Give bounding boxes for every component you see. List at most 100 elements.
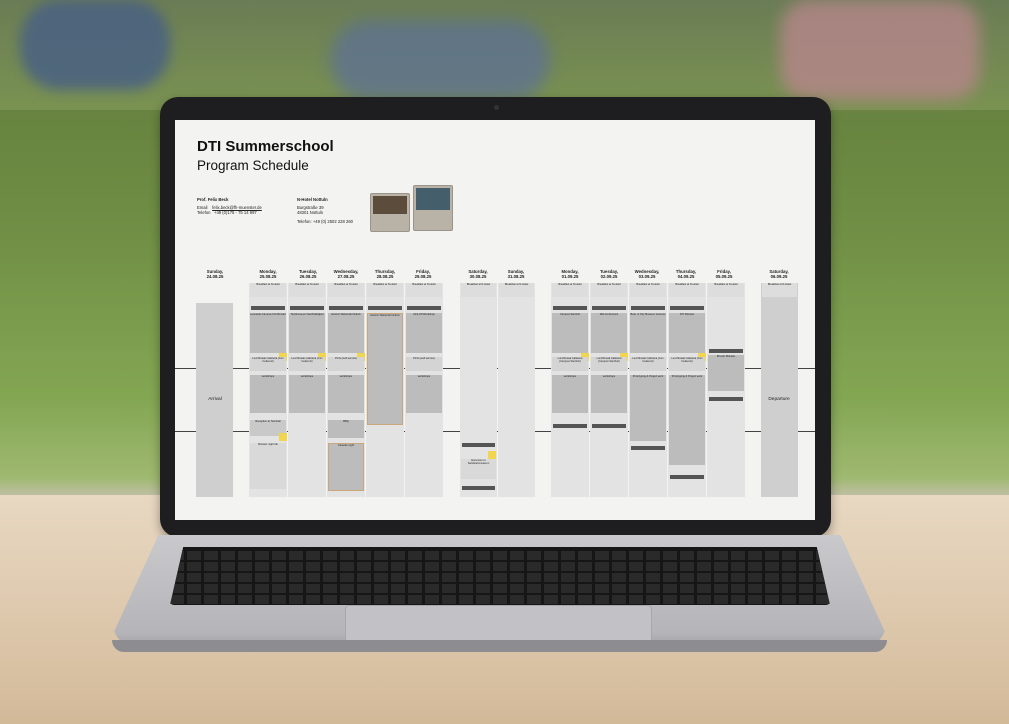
- lunch-block[interactable]: Lunchbreak Cafeteria (zum Cedercul): [630, 357, 666, 371]
- event-block[interactable]: Kick-Off Workshop: [406, 313, 442, 353]
- day-column: Breakfast at N-Hotel: [761, 283, 798, 497]
- phone-label: Telefon: [197, 210, 211, 215]
- breakfast-block[interactable]: Breakfast at N-Hotel: [406, 283, 442, 297]
- lunch-block[interactable]: Lunchbreak Cafeteria (Campus Steinfurt): [552, 357, 588, 371]
- event-block[interactable]: Prototyping & Project work: [669, 375, 705, 465]
- blurred-person: [780, 0, 980, 100]
- time-bar: [631, 306, 665, 310]
- day-column: Breakfast at N-Hotel DTI Münster Lunchbr…: [668, 283, 706, 497]
- event-block[interactable]: Campus Steinfurt: [552, 313, 588, 353]
- event-block[interactable]: workshops: [552, 375, 588, 413]
- event-block[interactable]: workshops: [328, 375, 364, 413]
- event-block[interactable]: workshops: [406, 375, 442, 413]
- breakfast-block[interactable]: Breakfast at N-Hotel: [367, 283, 403, 297]
- webcam: [494, 105, 499, 110]
- day-column: Breakfast at N-Hotel Excursion to Sandst…: [460, 283, 497, 497]
- event-block[interactable]: Prototyping & Project work: [630, 375, 666, 441]
- breakfast-block[interactable]: Breakfast at N-Hotel: [708, 283, 744, 297]
- event-block[interactable]: BBQ: [328, 420, 364, 438]
- time-bar: [290, 306, 324, 310]
- hotel-name: N-Hotel Nottuln: [297, 197, 328, 202]
- hotel-city: 48301 Nottuln: [297, 210, 324, 215]
- time-bar: [553, 424, 587, 428]
- day-header: Wednesday, 27.08.25: [333, 269, 359, 279]
- day-column: Breakfast at N-Hotel Kick-Off Workshop P…: [405, 283, 443, 497]
- lunch-block[interactable]: Lunchbreak Cafeteria (Campus Steinfurt): [591, 357, 627, 371]
- event-block[interactable]: Karaoke night: [328, 443, 364, 491]
- event-block[interactable]: Münster night life: [250, 443, 286, 489]
- event-block[interactable]: Mid-Conference: [591, 313, 627, 353]
- day-column: Breakfast at N-Hotel Mid-Conference Lunc…: [590, 283, 628, 497]
- time-bar: [553, 306, 587, 310]
- day-column: Breakfast at N-Hotel: [498, 283, 535, 497]
- day-column: Breakfast at N-Hotel Leonardo-Campus FH …: [249, 283, 287, 497]
- time-bar: [329, 306, 363, 310]
- event-block[interactable]: Pizza (self service): [406, 357, 442, 371]
- time-bar: [709, 397, 743, 401]
- hotel-photo-card[interactable]: [370, 193, 410, 232]
- day-column: Breakfast at N-Hotel Historic Weberrati …: [327, 283, 365, 497]
- time-bar: [709, 349, 743, 353]
- day-header: Saturday, 06.09.25: [769, 269, 789, 279]
- day-column: Breakfast at N-Hotel Boat- & City Museum…: [629, 283, 667, 497]
- event-block[interactable]: workshops: [250, 375, 286, 413]
- day-column: Breakfast at N-Hotel Textilmuseum Nachha…: [288, 283, 326, 497]
- time-bar: [251, 306, 285, 310]
- day-header: Tuesday, 26.08.25: [299, 269, 317, 279]
- page-subtitle: Program Schedule: [197, 158, 309, 173]
- event-block[interactable]: Leonardo-Campus FH Münster: [250, 313, 286, 353]
- day-column: Breakfast at N-Hotel Campus Steinfurt Lu…: [551, 283, 589, 497]
- lunch-block[interactable]: Lunchbreak Cafeteria (zum Cedercul): [289, 357, 325, 371]
- breakfast-block[interactable]: Breakfast at N-Hotel: [669, 283, 705, 297]
- time-bar: [670, 306, 704, 310]
- event-block[interactable]: workshops: [289, 375, 325, 413]
- breakfast-block[interactable]: Breakfast at N-Hotel: [328, 283, 364, 297]
- lunch-block[interactable]: Lunchbreak Cafeteria (zum Cedercul): [250, 357, 286, 371]
- day-header: Thursday, 04.09.25: [675, 269, 697, 279]
- time-bar: [407, 306, 441, 310]
- email-value[interactable]: felix.beck@fh-muenster.de: [212, 205, 262, 210]
- breakfast-block[interactable]: Breakfast at N-Hotel: [552, 283, 588, 297]
- breakfast-block[interactable]: Breakfast at N-Hotel: [461, 283, 496, 297]
- keyboard: [170, 547, 830, 605]
- event-block[interactable]: workshops: [591, 375, 627, 413]
- day-header: Monday, 01.09.25: [561, 269, 579, 279]
- day-header: Sunday, 31.08.25: [507, 269, 525, 279]
- breakfast-block[interactable]: Breakfast at N-Hotel: [250, 283, 286, 297]
- day-column: Breakfast at N-Hotel Brunch Münster: [707, 283, 745, 497]
- event-block[interactable]: Boat- & City Museum Grevens: [630, 313, 666, 353]
- map-photo-card[interactable]: [413, 185, 453, 231]
- email-label: Email: [197, 204, 208, 210]
- breakfast-block[interactable]: Breakfast at N-Hotel: [591, 283, 627, 297]
- day-header: Saturday, 30.08.25: [468, 269, 488, 279]
- day-header: Sunday, 24.08.25: [206, 269, 224, 279]
- laptop-screen: DTI Summerschool Program Schedule Prof. …: [175, 120, 815, 520]
- time-bar: [592, 306, 626, 310]
- day-header: Tuesday, 02.09.25: [600, 269, 618, 279]
- day-header: Thursday, 28.08.25: [374, 269, 396, 279]
- blurred-person: [330, 20, 550, 100]
- event-block[interactable]: Textilmuseum Nachhaltigkeit: [289, 313, 325, 353]
- breakfast-block[interactable]: Breakfast at N-Hotel: [630, 283, 666, 297]
- event-block[interactable]: Historic Weberrati Nottuln: [328, 313, 364, 353]
- event-block[interactable]: Pizza (self service): [328, 357, 364, 371]
- lunch-block[interactable]: Lunchbreak Cafeteria (zum Cedercul): [669, 357, 705, 371]
- day-header: Wednesday, 03.09.25: [634, 269, 660, 279]
- day-header: Friday, 29.08.25: [414, 269, 432, 279]
- day-column: Breakfast at N-Hotel Historic Weberrati …: [366, 283, 404, 497]
- sticky-note: [279, 433, 287, 441]
- page-title: DTI Summerschool: [197, 138, 334, 155]
- phone-value: +49 (0)175 - 75 14 997: [214, 210, 257, 215]
- time-bar: [462, 443, 495, 447]
- time-bar: [631, 446, 665, 450]
- event-block[interactable]: Brunch Münster: [708, 355, 744, 391]
- event-block[interactable]: Historic Weberrati Nottuln: [367, 313, 403, 425]
- event-block[interactable]: Excursion to Sandsteinmuseum: [461, 459, 496, 479]
- time-bar: [462, 486, 495, 490]
- event-block[interactable]: DTI Münster: [669, 313, 705, 353]
- time-bar: [368, 306, 402, 310]
- breakfast-block[interactable]: Breakfast at N-Hotel: [499, 283, 534, 297]
- breakfast-block[interactable]: Breakfast at N-Hotel: [289, 283, 325, 297]
- time-bar: [670, 475, 704, 479]
- breakfast-block[interactable]: Breakfast at N-Hotel: [762, 283, 797, 297]
